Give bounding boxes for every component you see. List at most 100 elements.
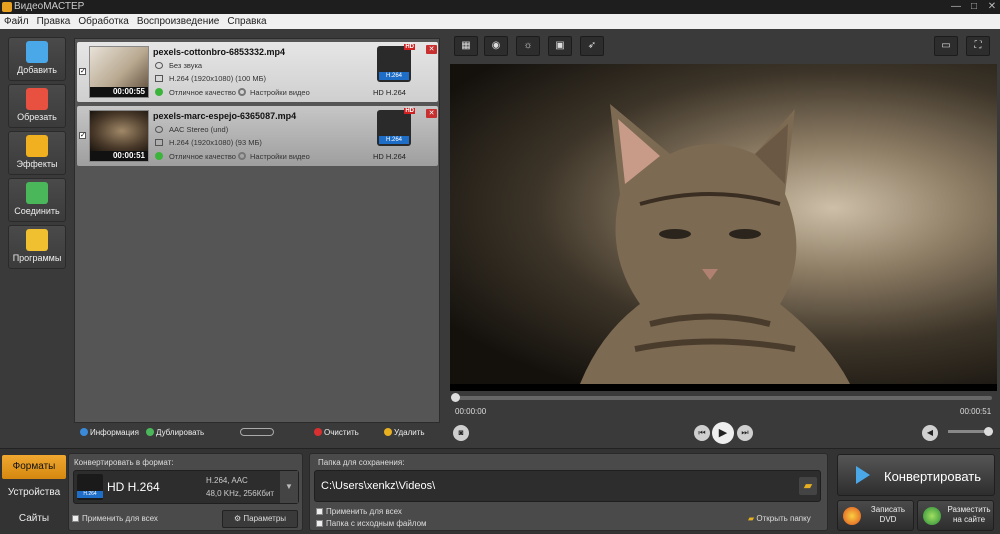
delete-button[interactable]: Удалить [384,428,425,437]
codec-label: H.264 [379,72,409,80]
duplicate-icon [146,428,154,436]
speed-icon[interactable]: ➶ [580,36,604,56]
burn-dvd-button[interactable]: Записать DVD [837,500,914,531]
format-apply-all[interactable]: Применить для всех [72,514,158,523]
save-path-field[interactable]: C:\Users\xenkz\Videos\ ▰ [314,470,821,502]
seek-handle[interactable] [451,393,460,402]
left-toolbar: Добавить Обрезать Эффекты Соединить Прог… [0,29,72,449]
current-time: 00:00:00 [455,407,487,416]
remove-file-icon[interactable]: ✕ [426,109,437,118]
menu-help[interactable]: Справка [223,14,270,29]
menu-edit[interactable]: Правка [33,14,75,29]
info-label: Информация [90,428,139,437]
file-quality[interactable]: Отличное качество [169,88,236,97]
file-item[interactable]: ✓ 00:00:51 pexels-marc-espejo-6365087.mp… [77,106,438,166]
file-video-info: H.264 (1920x1080) (100 МБ) [169,74,267,83]
join-button[interactable]: Соединить [8,178,66,222]
convert-button[interactable]: Конвертировать [837,454,995,496]
codec-label: H.264 [379,136,409,144]
add-button[interactable]: Добавить [8,37,66,81]
file-quality[interactable]: Отличное качество [169,152,236,161]
file-audio-info: AAC Stereo (und) [169,125,229,134]
effects-button-label: Эффекты [16,159,58,169]
tab-formats[interactable]: Форматы [2,455,66,479]
publish-line2: на сайте [952,515,986,524]
preview-toolbar: ▦ ◉ ☼ ▣ ➶ ▭ ⛶ [450,36,997,58]
file-video-settings[interactable]: Настройки видео [250,88,310,97]
add-file-icon [26,41,48,63]
menu-playback[interactable]: Воспроизведение [133,14,224,29]
seek-bar[interactable] [455,396,992,400]
checkbox[interactable] [316,520,323,527]
total-time: 00:00:51 [960,407,992,416]
file-format: HD H.264 [373,152,406,161]
menu-file[interactable]: Файл [0,14,33,29]
format-badge[interactable]: HD H.264 [377,44,415,82]
file-item[interactable]: ✓ 00:00:55 pexels-cottonbro-6853332.mp4 … [77,42,438,102]
format-selector[interactable]: H.264 HD H.264 H.264, AAC 48,0 KHz, 256К… [73,470,299,504]
play-icon[interactable]: ▶ [712,422,734,444]
rotate-icon[interactable]: ▣ [548,36,572,56]
snapshot-icon[interactable]: ▭ [934,36,958,56]
programs-icon [26,229,48,251]
checkbox[interactable] [316,508,323,515]
delete-icon [384,428,392,436]
save-apply-all[interactable]: Применить для всех [316,507,402,516]
video-preview[interactable] [450,64,997,391]
brightness-icon[interactable]: ☼ [516,36,540,56]
file-format: HD H.264 [373,88,406,97]
open-folder-label: Открыть папку [756,514,811,523]
folder-icon[interactable]: ▰ [799,477,817,495]
crop-icon[interactable]: ▦ [454,36,478,56]
programs-button-label: Программы [12,253,62,263]
video-thumbnail: 00:00:55 [89,46,149,98]
checkbox[interactable] [72,515,79,522]
fullscreen-icon[interactable]: ⛶ [966,36,990,56]
close-button[interactable]: ✕ [984,0,1000,14]
view-toggle[interactable] [240,428,274,436]
file-video-settings[interactable]: Настройки видео [250,152,310,161]
globe-icon [923,507,941,525]
snapshot-button-icon[interactable]: ◙ [453,425,469,441]
dvd-icon [843,507,861,525]
quality-icon [155,88,163,96]
burn-dvd-line1: Записать [870,505,906,514]
previous-icon[interactable]: ⏮ [694,425,710,441]
programs-button[interactable]: Программы [8,225,66,269]
file-duration: 00:00:55 [90,87,148,97]
duplicate-label: Дублировать [156,428,205,437]
tab-devices[interactable]: Устройства [2,481,66,505]
add-button-label: Добавить [17,65,57,75]
burn-dvd-label: Записать DVD [864,505,912,525]
selected-format: HD H.264 [107,480,160,494]
open-folder-button[interactable]: ▰ Открыть папку [748,514,811,523]
effects-button[interactable]: Эффекты [8,131,66,175]
format-badge[interactable]: HD H.264 [377,108,415,146]
remove-file-icon[interactable]: ✕ [426,45,437,54]
duplicate-button[interactable]: Дублировать [146,428,204,437]
next-icon[interactable]: ⏭ [737,425,753,441]
stabilize-icon[interactable]: ◉ [484,36,508,56]
source-folder-option[interactable]: Папка с исходным файлом [316,519,427,528]
chevron-down-icon[interactable]: ▼ [280,471,298,503]
window-title: ВидеоМАСТЕР [14,1,85,12]
info-button[interactable]: Информация [80,428,139,437]
minimize-button[interactable]: — [948,0,964,14]
cut-button[interactable]: Обрезать [8,84,66,128]
burn-dvd-line2: DVD [879,515,897,524]
file-checkbox[interactable]: ✓ [79,132,86,139]
join-icon [26,182,48,204]
maximize-button[interactable]: □ [966,0,982,14]
gear-icon [238,88,246,96]
file-checkbox[interactable]: ✓ [79,68,86,75]
hd-label: HD [404,108,415,114]
publish-button[interactable]: Разместить на сайте [917,500,994,531]
params-button[interactable]: ⚙ Параметры [222,510,298,528]
clear-button[interactable]: Очистить [314,428,359,437]
file-audio-info: Без звука [169,61,203,70]
menu-process[interactable]: Обработка [74,14,132,29]
volume-handle[interactable] [984,427,993,436]
file-list[interactable]: ✓ 00:00:55 pexels-cottonbro-6853332.mp4 … [74,38,440,423]
tab-sites[interactable]: Сайты [2,507,66,531]
volume-icon[interactable]: ◀ [922,425,938,441]
